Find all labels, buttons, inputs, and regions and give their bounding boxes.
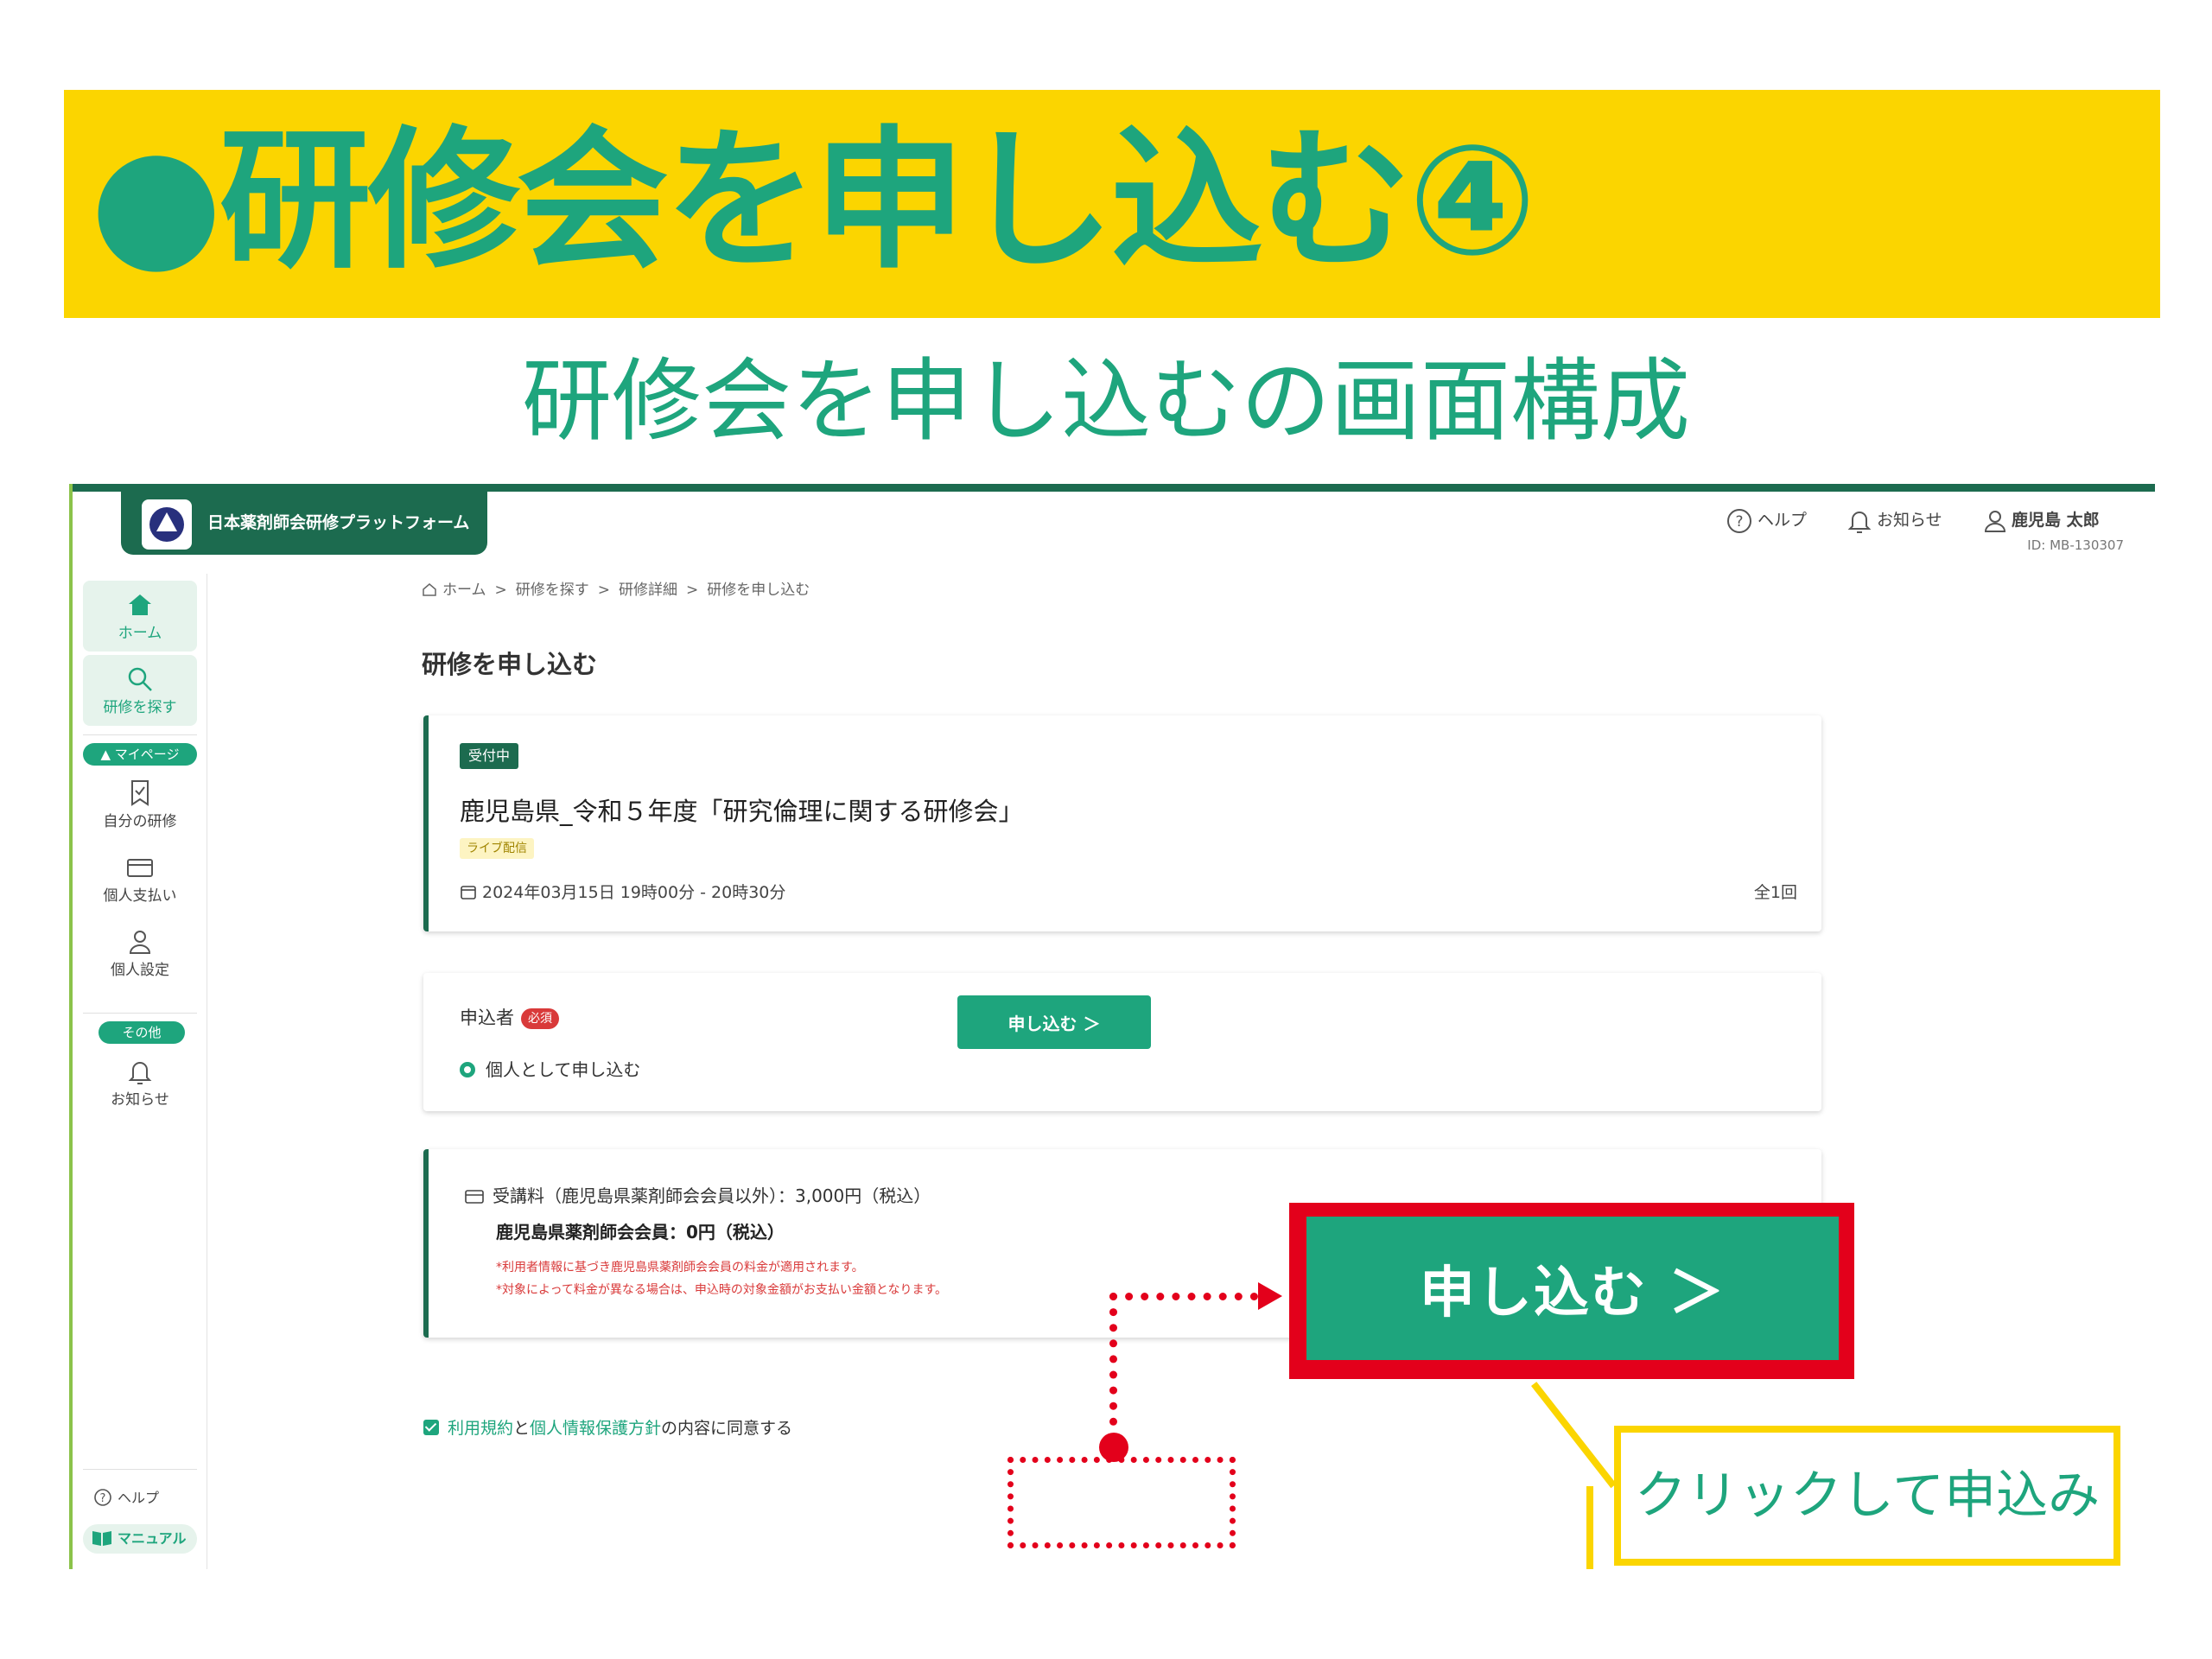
logo-icon [142,499,192,550]
sidebar-item-my-courses[interactable]: 自分の研修 [83,778,197,845]
course-title: 鹿児島県_令和５年度「研究倫理に関する研修会」 [460,797,1024,826]
fee-member: 鹿児島県薬剤師会会員：0円（税込） [496,1222,785,1243]
session-count: 全1回 [1753,883,1797,902]
apply-button[interactable]: 申し込む ＞ [957,995,1151,1049]
slide-subtitle: 研修会を申し込むの画面構成 [521,348,1690,454]
callout-box: クリックして申込み [1614,1426,2120,1566]
checkbox-checked-icon[interactable] [423,1420,439,1435]
sidebar-divider [83,1469,197,1470]
bell-icon [1847,511,1872,533]
applicant-label: 申込者 必須 [460,1004,559,1030]
brand-name: 日本薬剤師会研修プラットフォーム [207,513,470,532]
breadcrumb-current: 研修を申し込む [707,582,810,599]
sidebar-item-settings[interactable]: 個人設定 [83,926,197,994]
svg-text:?: ? [100,1492,106,1505]
sidebar-item-search[interactable]: 研修を探す [83,655,197,726]
bookmark-check-icon [131,780,149,806]
fee-note: *対象によって料金が異なる場合は、申込時の対象金額がお支払い金額となります。 [496,1283,948,1297]
breadcrumb-detail[interactable]: 研修詳細 [619,582,677,599]
fee-note: *利用者情報に基づき鹿児島県薬剤師会会員の料金が適用されます。 [496,1261,864,1274]
credit-card-icon [127,859,153,877]
callout-pointer [1586,1486,1593,1569]
callout-text: クリックして申込み [1634,1465,2101,1526]
delivery-badge: ライブ配信 [460,838,534,859]
help-icon: ? [94,1489,111,1506]
fee-nonmember: 受講料（鹿児島県薬剤師会会員以外）：3,000円（税込） [465,1182,931,1207]
breadcrumb-separator: > [597,582,610,599]
applicant-radio-option[interactable]: 個人として申し込む [460,1056,640,1081]
card-icon [465,1190,484,1204]
breadcrumb-home[interactable]: ホーム [442,582,486,599]
help-icon: ? [1727,508,1751,533]
required-badge: 必須 [521,1008,559,1029]
sidebar: ホーム 研修を探す ▲ マイページ 自分の研修 個人支払い 個人設定 その他 お… [73,574,207,1569]
page-title: 研修を申し込む [422,650,598,679]
agreement-checkbox-row[interactable]: 利用規約と個人情報保護方針の内容に同意する [423,1415,792,1439]
breadcrumb-search[interactable]: 研修を探す [516,582,589,599]
status-badge: 受付中 [460,743,519,769]
terms-link[interactable]: 利用規約 [448,1419,513,1438]
radio-selected-icon[interactable] [460,1062,475,1077]
book-icon [92,1531,111,1546]
highlight-dotted-box [1007,1457,1236,1548]
sidebar-divider [83,734,197,735]
connector-dotted-line [1109,1293,1258,1300]
sidebar-item-manual[interactable]: マニュアル [83,1524,197,1554]
brand-tab[interactable]: 日本薬剤師会研修プラットフォーム [121,491,487,555]
breadcrumb: ホーム > 研修を探す > 研修詳細 > 研修を申し込む [422,577,818,599]
other-section-pill[interactable]: その他 [99,1021,185,1044]
calendar-icon [461,886,476,899]
slide-title: ●研修会を申し込む④ [90,112,1537,289]
help-link[interactable]: ? ヘルプ [1726,505,1807,536]
user-icon [129,931,151,954]
sidebar-item-home[interactable]: ホーム [83,581,197,652]
home-outline-icon [423,583,436,596]
sidebar-item-help[interactable]: ? ヘルプ [83,1486,197,1516]
search-icon [128,667,152,691]
course-card: 受付中 鹿児島県_令和５年度「研究倫理に関する研修会」 ライブ配信 2024年0… [423,715,1821,931]
user-menu[interactable]: 鹿児島 太郎 [1984,505,2100,536]
user-id: ID: MB-130307 [2027,537,2124,553]
header-actions: ? ヘルプ お知らせ 鹿児島 太郎 ID: MB-130307 [1726,501,2124,553]
user-icon [1984,510,2006,532]
svg-text:?: ? [1735,513,1743,531]
connector-dotted-line [1109,1293,1117,1441]
breadcrumb-separator: > [494,582,507,599]
breadcrumb-separator: > [686,582,699,599]
privacy-link[interactable]: 個人情報保護方針 [530,1419,661,1438]
sidebar-item-payment[interactable]: 個人支払い [83,852,197,919]
mypage-section-pill[interactable]: ▲ マイページ [83,743,197,766]
connector-dot [1099,1433,1128,1462]
sidebar-item-notices[interactable]: お知らせ [83,1056,197,1123]
course-datetime: 2024年03月15日 19時00分 - 20時30分 [460,880,785,903]
apply-button-zoomed[interactable]: 申し込む ＞ [1306,1217,1839,1360]
arrow-right-icon [1258,1282,1282,1310]
home-icon [129,594,151,615]
notices-link[interactable]: お知らせ [1847,505,1942,536]
sidebar-divider [83,1013,197,1014]
bell-icon [128,1062,152,1084]
